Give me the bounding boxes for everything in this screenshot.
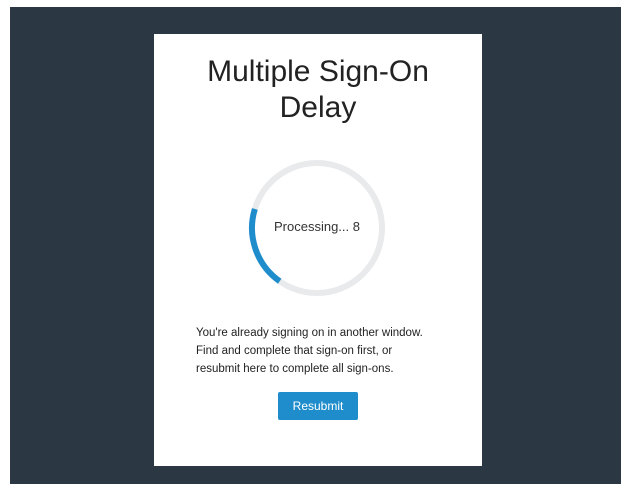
- message-line-2: Find and complete that sign-on first, or: [196, 345, 393, 357]
- message-line-1: You're already signing on in another win…: [196, 327, 423, 339]
- resubmit-button[interactable]: Resubmit: [278, 392, 358, 420]
- sign-on-delay-dialog: Multiple Sign-On Delay Processing... 8 Y…: [154, 34, 482, 466]
- dialog-title-line-1: Multiple Sign-On: [207, 55, 429, 88]
- dialog-title: Multiple Sign-On Delay: [154, 54, 482, 126]
- processing-spinner: Processing... 8: [247, 158, 387, 298]
- dialog-message: You're already signing on in another win…: [196, 324, 460, 378]
- message-line-3: resubmit here to complete all sign-ons.: [196, 363, 394, 375]
- spinner-label: Processing... 8: [274, 219, 360, 234]
- dialog-title-line-2: Delay: [279, 91, 357, 124]
